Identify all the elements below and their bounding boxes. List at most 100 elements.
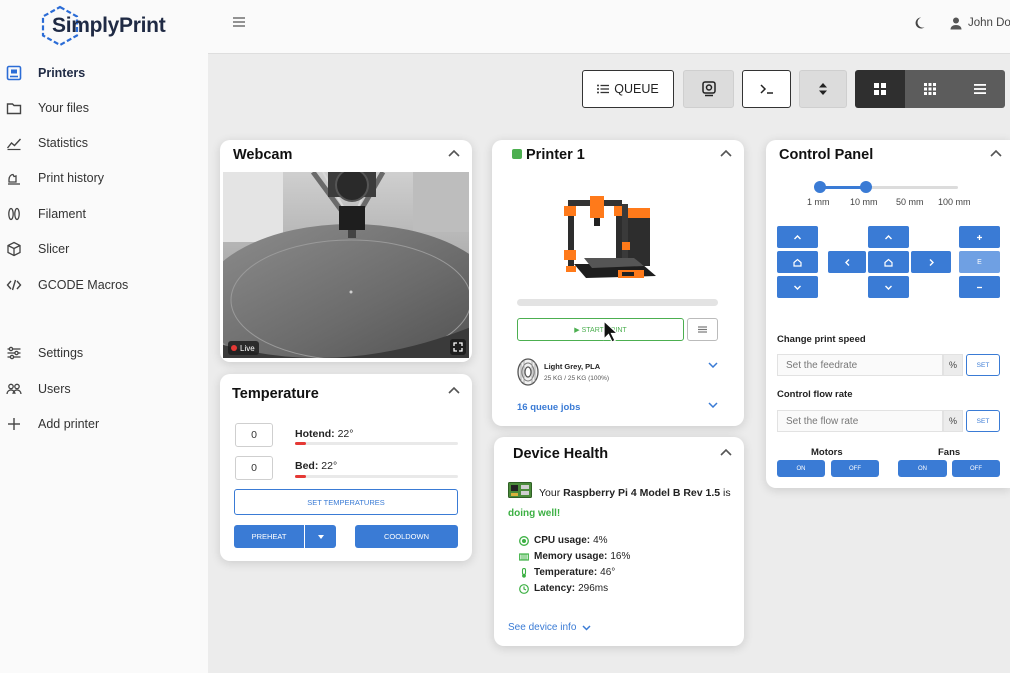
arrow-up-icon [794, 234, 801, 239]
menu-icon[interactable] [232, 15, 246, 29]
step-label-10mm: 10 mm [850, 197, 878, 207]
webcam-feed[interactable] [223, 172, 469, 358]
motors-on-button[interactable]: ON [777, 460, 825, 477]
sidebar-item-print-history[interactable]: Print history [0, 162, 208, 194]
hotend-temp-input[interactable]: 0 [235, 423, 273, 447]
sidebar-item-add-printer[interactable]: Add printer [0, 408, 208, 440]
webcam-icon [701, 81, 716, 97]
control-panel-card [766, 140, 1010, 488]
jog-y-down-button[interactable] [777, 276, 818, 298]
filament-spool-icon [517, 358, 539, 386]
cube-icon [7, 241, 21, 257]
arrow-up-icon [885, 234, 892, 239]
arrow-left-icon [844, 258, 849, 266]
sidebar-item-printers[interactable]: Printers [0, 57, 208, 89]
retract-button[interactable] [959, 276, 1000, 298]
memory-usage-label: Memory usage: [534, 551, 608, 562]
sidebar-item-slicer[interactable]: Slicer [0, 233, 208, 265]
sidebar-item-users[interactable]: Users [0, 373, 208, 405]
sidebar-item-statistics[interactable]: Statistics [0, 127, 208, 159]
sidebar-item-gcode-macros[interactable]: GCODE Macros [0, 269, 208, 301]
queue-expand-chevron-icon[interactable] [708, 402, 718, 408]
thermometer-icon [521, 567, 527, 578]
logo[interactable]: SimplyPrint [38, 4, 166, 48]
bed-temp-input[interactable]: 0 [235, 456, 273, 480]
jog-z-up-button[interactable] [868, 226, 909, 248]
user-icon[interactable] [949, 16, 963, 30]
step-slider-knob[interactable] [860, 181, 872, 193]
device-health-status: doing well! [508, 508, 561, 519]
queue-button[interactable]: QUEUE [582, 70, 674, 108]
queue-button-label: QUEUE [614, 82, 659, 96]
collapse-chevron-icon[interactable] [720, 149, 732, 157]
home-all-button[interactable] [868, 251, 909, 273]
jog-x-left-button[interactable] [828, 251, 866, 273]
jog-x-right-button[interactable] [911, 251, 951, 273]
hotend-label: Hotend: 22° [295, 428, 353, 440]
view-large-grid-button[interactable] [855, 70, 905, 108]
sidebar-item-your-files[interactable]: Your files [0, 92, 208, 124]
arrow-right-icon [929, 258, 934, 266]
printer-image [564, 196, 656, 278]
motors-off-button[interactable]: OFF [831, 460, 879, 477]
flow-rate-set-button[interactable]: SET [966, 410, 1000, 432]
sidebar-item-settings[interactable]: Settings [0, 337, 208, 369]
hotend-value: 22° [337, 428, 354, 440]
printer-options-button[interactable] [687, 318, 718, 341]
set-temperatures-button[interactable]: SET TEMPERATURES [234, 489, 458, 515]
feedrate-set-button[interactable]: SET [966, 354, 1000, 376]
jog-y-up-button[interactable] [777, 226, 818, 248]
home-icon [884, 258, 893, 267]
sort-icon [819, 83, 827, 95]
sidebar-item-label: Settings [38, 346, 84, 360]
collapse-chevron-icon[interactable] [448, 386, 460, 394]
terminal-button[interactable] [742, 70, 791, 108]
printer-name[interactable]: Printer 1 [526, 147, 585, 163]
filament-expand-chevron-icon[interactable] [708, 362, 718, 368]
device-health-title: Device Health [513, 446, 609, 462]
queue-jobs-link[interactable]: 16 queue jobs [517, 402, 580, 413]
sidebar-item-label: GCODE Macros [38, 278, 129, 292]
view-small-grid-button[interactable] [905, 70, 955, 108]
bed-temp-bar [295, 475, 458, 478]
collapse-chevron-icon[interactable] [990, 149, 1002, 157]
home-xy-button[interactable] [777, 251, 818, 273]
mouse-cursor [603, 320, 620, 343]
webcam-toggle-button[interactable] [683, 70, 734, 108]
fullscreen-icon[interactable] [450, 339, 466, 355]
step-label-50mm: 50 mm [896, 197, 924, 207]
fans-on-button[interactable]: ON [898, 460, 947, 477]
flow-rate-input[interactable]: Set the flow rate [777, 410, 943, 432]
view-list-button[interactable] [955, 70, 1005, 108]
webcam-image [223, 172, 469, 358]
see-device-info-label: See device info [508, 622, 577, 633]
start-print-button[interactable]: ▶ START PRINT [517, 318, 684, 341]
collapse-chevron-icon[interactable] [448, 149, 460, 157]
step-label-100mm: 100 mm [938, 197, 971, 207]
chart-icon [6, 138, 22, 151]
collapse-chevron-icon[interactable] [720, 448, 732, 456]
dark-mode-icon[interactable] [912, 16, 926, 30]
extruder-label: E [959, 251, 1000, 273]
step-slider-start-knob[interactable] [814, 181, 826, 193]
user-name[interactable]: John Doe [968, 17, 1010, 29]
motors-label: Motors [811, 447, 843, 458]
extrude-button[interactable] [959, 226, 1000, 248]
webcam-title: Webcam [233, 147, 293, 163]
memory-icon [519, 552, 529, 561]
fans-off-button[interactable]: OFF [952, 460, 1000, 477]
code-icon [6, 279, 22, 291]
preheat-dropdown-button[interactable] [305, 525, 336, 548]
home-icon [793, 258, 802, 267]
sidebar-item-filament[interactable]: Filament [0, 198, 208, 230]
sidebar: SimplyPrint Printers Your files Statisti… [0, 0, 208, 673]
sliders-icon [7, 346, 21, 360]
see-device-info-link[interactable]: See device info [508, 622, 591, 633]
feedrate-input[interactable]: Set the feedrate [777, 354, 943, 376]
preheat-button[interactable]: PREHEAT [234, 525, 304, 548]
memory-usage-value: 16% [610, 551, 631, 562]
cooldown-button[interactable]: COOLDOWN [355, 525, 458, 548]
device-description: Your Raspberry Pi 4 Model B Rev 1.5 is [539, 487, 731, 499]
sort-button[interactable] [799, 70, 847, 108]
jog-z-down-button[interactable] [868, 276, 909, 298]
